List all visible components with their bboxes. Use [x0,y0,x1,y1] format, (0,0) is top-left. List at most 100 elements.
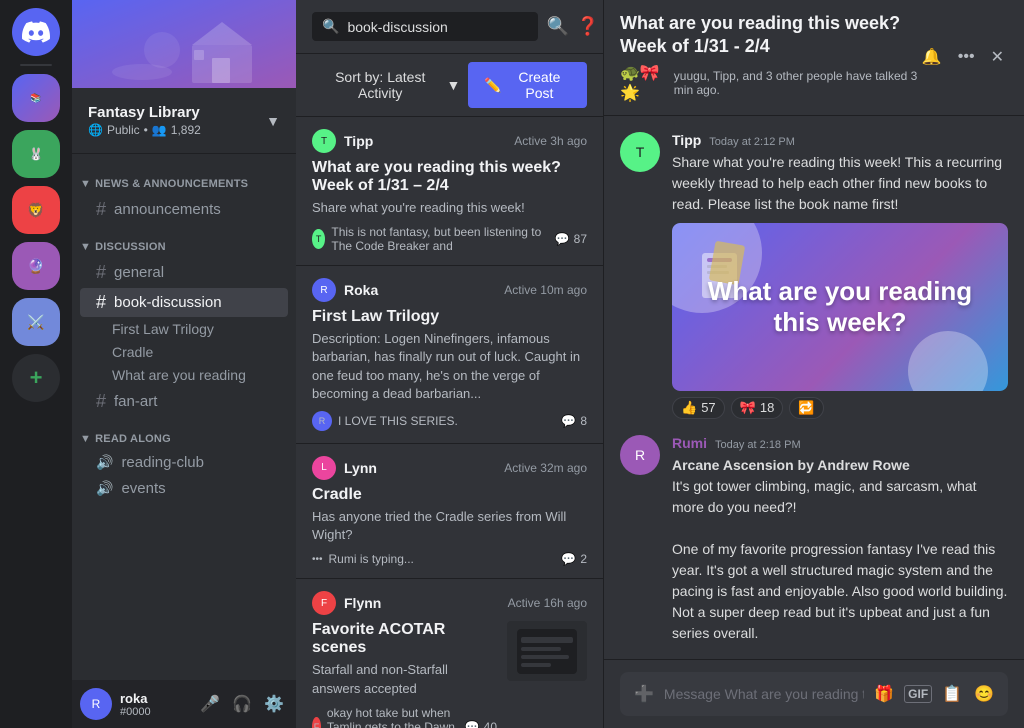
server-meta: 🌐 Public • 👥 1,892 [88,123,201,137]
message-item: R Rumi Today at 2:18 PM Arcane Ascension… [604,427,1024,652]
hash-icon: # [96,292,106,313]
user-controls: 🎤 🎧 ⚙️ [196,690,288,718]
close-button[interactable]: ✕ [987,43,1008,71]
post-comments: 💬 2 [561,552,587,566]
comment-icon: 💬 [561,414,576,428]
thread-subtitle: Week of 1/31 - 2/4 [620,36,770,56]
channel-events[interactable]: 🔊 events [80,476,288,501]
discord-home-button[interactable] [12,8,60,56]
search-bar[interactable]: 🔍 [312,12,538,41]
channel-announcements[interactable]: # announcements [80,195,288,224]
post-reaction: F okay hot take but when Tamlin gets to … [312,706,465,728]
message-input-box: ➕ 🎁 GIF 📋 😊 [620,672,1008,716]
channel-name: general [114,264,164,281]
sub-channel-first-law[interactable]: First Law Trilogy [80,318,288,340]
post-item[interactable]: R Roka Active 10m ago First Law Trilogy … [296,266,603,444]
chevron-down-icon: ▼ [266,113,280,129]
avatar: T [620,132,660,172]
channel-reading-club[interactable]: 🔊 reading-club [80,450,288,475]
user-panel: R roka #0000 🎤 🎧 ⚙️ [72,680,296,728]
message-author: Tipp [672,132,701,148]
channel-general[interactable]: # general [80,258,288,287]
microphone-button[interactable]: 🎤 [196,690,224,718]
avatar: R [620,435,660,475]
reaction-refresh[interactable]: 🔁 [789,397,823,419]
hash-icon: # [96,262,106,283]
more-options-button[interactable]: ••• [954,44,979,70]
sticker-button[interactable]: 📋 [940,682,964,706]
post-author: T Tipp [312,129,373,153]
category-label: DISCUSSION [95,241,166,253]
category-read-along[interactable]: ▼ READ ALONG [72,417,296,449]
comment-icon: 💬 [561,552,576,566]
reaction-thumbs-up[interactable]: 👍 57 [672,397,725,419]
thread-header-controls: 🔔 ••• ✕ [918,43,1008,71]
post-item[interactable]: T Tipp Active 3h ago What are you readin… [296,117,603,266]
headphones-button[interactable]: 🎧 [228,690,256,718]
thread-title-text: What are you reading this week? [620,13,900,33]
username: roka [120,691,188,706]
sub-channel-cradle[interactable]: Cradle [80,341,288,363]
post-content-row: Favorite ACOTAR scenes Starfall and non-… [312,621,587,728]
category-discussion[interactable]: ▼ DISCUSSION [72,225,296,257]
thread-header: What are you reading this week? Week of … [604,0,1024,116]
post-time: Active 10m ago [504,283,587,297]
settings-button[interactable]: ⚙️ [260,690,288,718]
comment-count: 8 [580,414,587,428]
message-text: Arcane Ascension by Andrew Rowe It's got… [672,455,1008,644]
server-icon-fantasy-library[interactable]: 📚 [12,74,60,122]
sub-channel-reading[interactable]: What are you reading [80,364,288,386]
post-author: F Flynn [312,591,381,615]
participants-text: yuugu, Tipp, and 3 other people have tal… [674,69,918,97]
sort-dropdown[interactable]: Sort by: Latest Activity ▼ [312,65,468,105]
chevron-down-icon: ▼ [446,77,460,93]
gift-button[interactable]: 🎁 [872,682,896,706]
speaker-icon: 🔊 [96,454,113,471]
channel-fan-art[interactable]: # fan-art [80,387,288,416]
create-post-button[interactable]: ✏️ Create Post [468,62,587,108]
server-icon-4[interactable]: ⚔️ [12,298,60,346]
feed-header: 🔍 🔍 ❓ [296,0,603,54]
server-icon-2[interactable]: 🦁 [12,186,60,234]
gif-button[interactable]: GIF [904,685,932,703]
emoji-button[interactable]: 😊 [972,682,996,706]
add-server-button[interactable]: + [12,354,60,402]
feed-controls: 🔍 ❓ [546,16,599,37]
post-item[interactable]: L Lynn Active 32m ago Cradle Has anyone … [296,444,603,579]
post-item[interactable]: F Flynn Active 16h ago Favorite ACOTAR s… [296,579,603,728]
help-button[interactable]: ❓ [577,16,599,37]
post-footer: R I LOVE THIS SERIES. 💬 8 [312,411,587,431]
reaction-bow[interactable]: 🎀 18 [731,397,784,419]
avatar: R [80,688,112,720]
post-comments: 💬 40 [465,720,497,728]
reaction-text: This is not fantasy, but been listening … [331,225,554,253]
channel-name: reading-club [121,454,204,471]
post-excerpt: Description: Logen Ninefingers, infamous… [312,330,587,403]
author-name: Roka [344,282,378,298]
server-icon-1[interactable]: 🐰 [12,130,60,178]
post-meta: L Lynn Active 32m ago [312,456,587,480]
typing-indicator: ••• Rumi is typing... [312,552,414,566]
avatar: L [312,456,336,480]
reaction-text: I LOVE THIS SERIES. [338,414,458,428]
sub-channel-name: First Law Trilogy [112,321,214,337]
notification-button[interactable]: 🔔 [918,43,946,71]
channel-book-discussion[interactable]: # book-discussion [80,288,288,317]
server-banner [72,0,296,88]
message-input[interactable] [664,686,864,702]
create-post-label: Create Post [508,69,571,101]
reaction-text: okay hot take but when Tamlin gets to th… [327,706,465,728]
user-discriminator: #0000 [120,706,188,718]
post-title: What are you reading this week? Week of … [312,159,587,195]
channel-sidebar: Fantasy Library 🌐 Public • 👥 1,892 ▼ ▼ N… [72,0,296,728]
post-meta: R Roka Active 10m ago [312,278,587,302]
post-author: L Lynn [312,456,377,480]
search-toggle-button[interactable]: 🔍 [546,16,568,37]
server-name: Fantasy Library [88,104,201,121]
search-input[interactable] [347,19,528,35]
server-header[interactable]: Fantasy Library 🌐 Public • 👥 1,892 ▼ [72,88,296,154]
server-icon-3[interactable]: 🔮 [12,242,60,290]
author-name: Lynn [344,460,377,476]
add-content-button[interactable]: ➕ [632,682,656,706]
category-news[interactable]: ▼ NEWS & ANNOUNCEMENTS [72,162,296,194]
